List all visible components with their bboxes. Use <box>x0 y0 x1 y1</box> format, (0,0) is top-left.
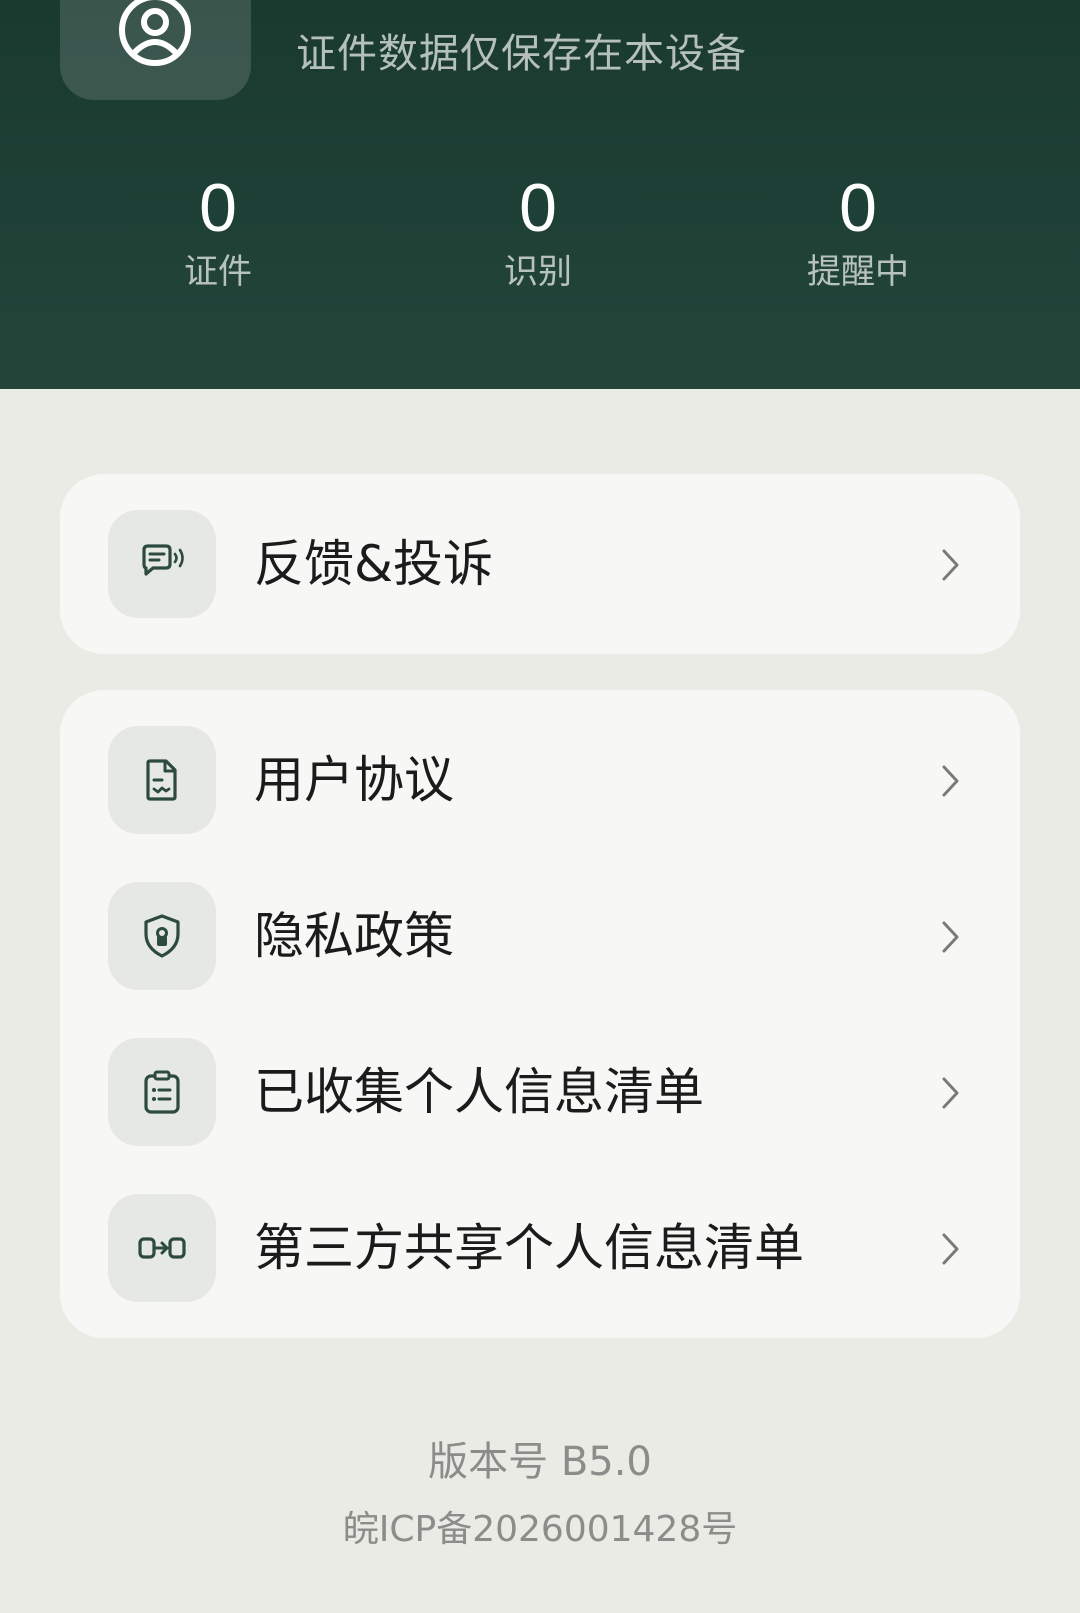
stat-documents[interactable]: 0 证件 <box>88 168 348 294</box>
menu-card-feedback: 反馈&投诉 <box>60 474 1020 654</box>
menu-item-collected-info[interactable]: 已收集个人信息清单 <box>60 1038 1020 1148</box>
document-icon-box <box>108 726 216 834</box>
share-transfer-icon <box>138 1237 186 1259</box>
feedback-icon <box>142 544 184 576</box>
menu-item-user-agreement[interactable]: 用户协议 <box>60 726 1020 836</box>
menu-item-third-party-sharing-label: 第三方共享个人信息清单 <box>254 1219 804 1277</box>
stat-reminders[interactable]: 0 提醒中 <box>728 168 988 294</box>
document-icon <box>146 759 177 801</box>
share-transfer-icon-box <box>108 1194 216 1302</box>
stat-documents-label: 证件 <box>184 252 252 292</box>
stat-recognition-label: 识别 <box>504 252 572 292</box>
clipboard-list-icon-box <box>108 1038 216 1146</box>
menu-item-privacy-policy-label: 隐私政策 <box>254 907 454 965</box>
stat-recognition[interactable]: 0 识别 <box>408 168 668 294</box>
profile-subtitle: 证件数据仅保存在本设备 <box>296 31 747 77</box>
feedback-icon-box <box>108 510 216 618</box>
menu-item-feedback-label: 反馈&投诉 <box>254 535 493 593</box>
version-number: 版本号 B5.0 <box>428 1439 652 1485</box>
avatar[interactable] <box>60 0 251 100</box>
chevron-right-icon <box>942 1077 959 1109</box>
user-avatar-icon <box>119 0 191 66</box>
stat-documents-value: 0 <box>199 170 237 246</box>
chevron-right-icon <box>942 549 959 581</box>
icp-license[interactable]: 皖ICP备2026001428号 <box>0 1506 1080 1554</box>
shield-lock-icon <box>144 914 180 958</box>
chevron-right-icon <box>942 1233 959 1265</box>
chevron-right-icon <box>942 921 959 953</box>
chevron-right-icon <box>942 765 959 797</box>
menu-item-collected-info-label: 已收集个人信息清单 <box>254 1063 704 1121</box>
stat-reminders-value: 0 <box>839 170 877 246</box>
stat-recognition-value: 0 <box>519 170 557 246</box>
menu-item-third-party-sharing[interactable]: 第三方共享个人信息清单 <box>60 1194 1020 1304</box>
clipboard-list-icon <box>144 1070 180 1114</box>
shield-lock-icon-box <box>108 882 216 990</box>
menu-item-user-agreement-label: 用户协议 <box>254 751 454 809</box>
stat-reminders-label: 提醒中 <box>807 252 909 292</box>
menu-item-privacy-policy[interactable]: 隐私政策 <box>60 882 1020 992</box>
menu-item-feedback[interactable]: 反馈&投诉 <box>60 510 1020 620</box>
menu-card-legal: 用户协议 隐私政策 已收集个人信息清单 第三方共享个人信息清单 <box>60 690 1020 1338</box>
profile-header: 证件数据仅保存在本设备 0 证件 0 识别 0 提醒中 <box>0 0 1080 389</box>
